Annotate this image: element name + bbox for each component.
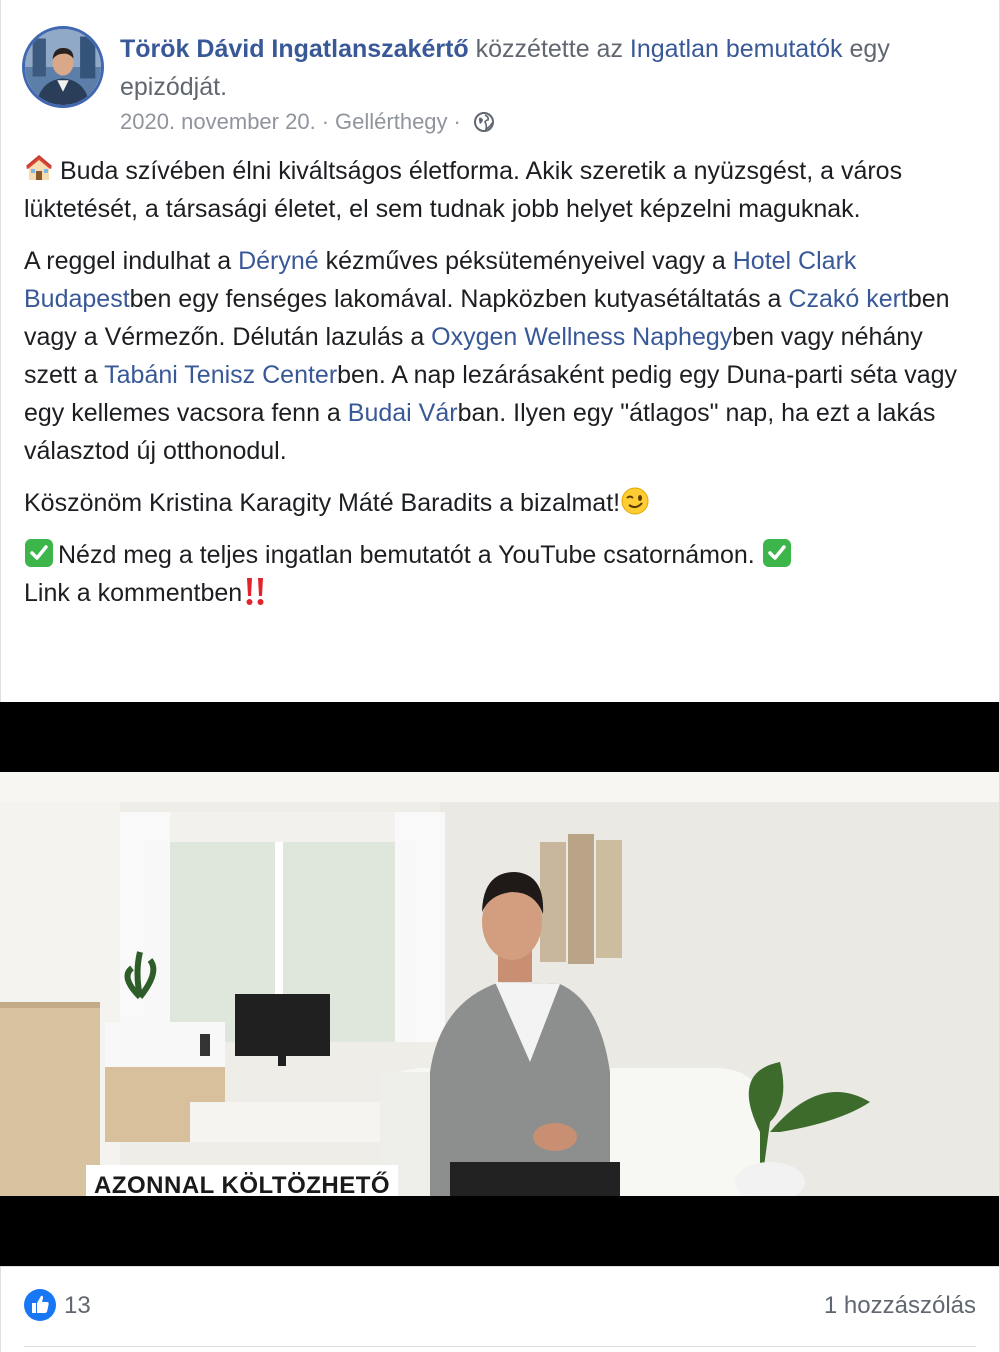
post-date-link[interactable]: 2020. november 20. (120, 109, 316, 135)
location-link[interactable]: Gellérthegy (335, 109, 448, 135)
comment-count-link[interactable]: 1 hozzászólás (824, 1292, 976, 1320)
facebook-post: Török Dávid Ingatlanszakértő közzétette … (0, 0, 1000, 1352)
paragraph-1-text: Buda szívében élni kiváltságos életforma… (24, 157, 903, 223)
video-frame[interactable]: AZONNAL KÖLTÖZHETŐ (0, 772, 1000, 1196)
p2-text-2: kézműves péksüteményeivel vagy a (318, 247, 733, 275)
link-oxygen-wellness[interactable]: Oxygen Wellness Naphegy (431, 323, 732, 351)
p2-text-1: A reggel indulhat a (24, 247, 239, 275)
action-text: közzétette az (468, 35, 630, 63)
paragraph-4-text-2: Link a kommentben (24, 579, 243, 607)
link-deryne[interactable]: Déryné (238, 247, 319, 275)
link-tabani-tenisz[interactable]: Tabáni Tenisz Center (104, 361, 337, 389)
like-count[interactable]: 13 (64, 1292, 91, 1320)
check-emoji-icon-2 (762, 538, 792, 568)
house-emoji-icon (24, 154, 54, 182)
meta-separator: · (321, 109, 330, 134)
author-avatar[interactable] (22, 26, 104, 108)
paragraph-4-text: Nézd meg a teljes ingatlan bemutatót a Y… (58, 541, 755, 569)
paragraph-3-text: Köszönöm Kristina Karagity Máté Baradits… (24, 489, 621, 517)
video-caption: AZONNAL KÖLTÖZHETŐ (86, 1165, 399, 1196)
p2-text-3: ben egy fenséges lakomával. Napközben ku… (129, 285, 789, 313)
link-budai-var[interactable]: Budai Vár (348, 399, 458, 427)
paragraph-1: Buda szívében élni kiváltságos életforma… (24, 152, 982, 228)
series-link[interactable]: Ingatlan bemutatók (630, 35, 843, 63)
wink-emoji-icon (620, 486, 650, 516)
bottom-divider (24, 1346, 976, 1347)
check-emoji-icon (24, 538, 54, 568)
globe-icon[interactable] (473, 111, 495, 133)
post-text: Buda szívében élni kiváltságos életforma… (24, 152, 982, 626)
link-czako-kert[interactable]: Czakó kert (788, 285, 907, 313)
paragraph-3: Köszönöm Kristina Karagity Máté Baradits… (24, 484, 982, 522)
paragraph-2: A reggel indulhat a Déryné kézműves péks… (24, 242, 982, 470)
post-header: Török Dávid Ingatlanszakértő közzétette … (120, 30, 980, 106)
post-meta: 2020. november 20. · Gellérthegy · (120, 109, 495, 135)
double-exclamation-icon (242, 575, 268, 607)
paragraph-4: Nézd meg a teljes ingatlan bemutatót a Y… (24, 536, 982, 612)
footer-divider (0, 1266, 1000, 1267)
author-name-link[interactable]: Török Dávid Ingatlanszakértő (120, 35, 469, 63)
like-reaction-icon[interactable] (24, 1289, 56, 1321)
video-player[interactable]: AZONNAL KÖLTÖZHETŐ (0, 702, 1000, 1266)
meta-separator-2: · (453, 109, 461, 134)
